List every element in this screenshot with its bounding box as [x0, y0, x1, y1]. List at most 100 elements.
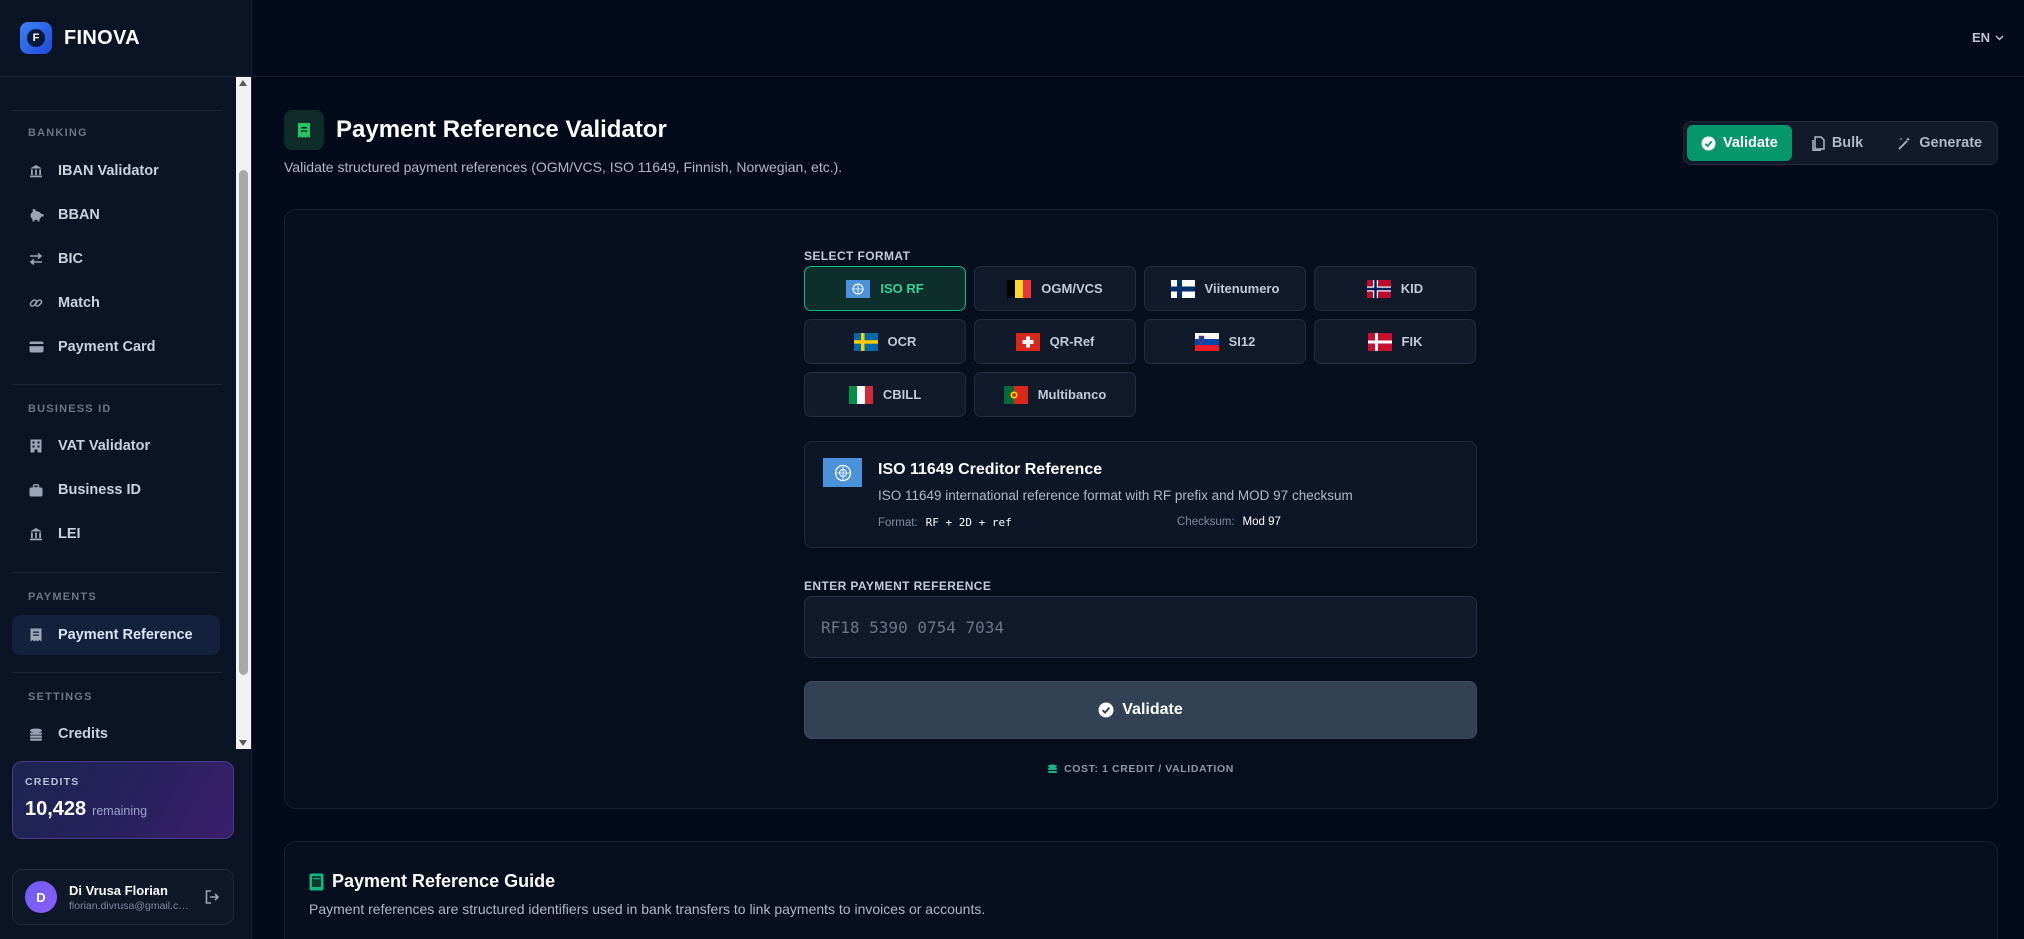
receipt-icon: [28, 627, 44, 643]
format-info-description: ISO 11649 international reference format…: [878, 488, 1353, 503]
validate-button-label: Validate: [1122, 701, 1183, 718]
sidebar-item-label: IBAN Validator: [58, 163, 159, 179]
brand-name: FINOVA: [64, 26, 140, 49]
sidebar-item-label: Payment Card: [58, 339, 156, 355]
link-icon: [28, 295, 44, 311]
topbar: EN: [253, 0, 2024, 77]
format-label: CBILL: [882, 387, 922, 402]
scroll-down-arrow-icon[interactable]: [239, 740, 247, 746]
belgium-flag-icon: [1007, 279, 1032, 298]
format-qr-ref-button[interactable]: QR-Ref: [974, 319, 1136, 364]
format-cbill-button[interactable]: CBILL: [804, 372, 966, 417]
sidebar-item-label: Credits: [58, 726, 108, 742]
check-circle-icon: [1701, 136, 1716, 150]
book-icon: [309, 873, 324, 890]
payment-reference-label: ENTER PAYMENT REFERENCE: [804, 579, 992, 593]
receipt-icon: [284, 110, 324, 150]
sidebar-item-label: Match: [58, 295, 100, 311]
mode-generate-label: Generate: [1919, 135, 1983, 151]
mode-toggle: Validate Bulk Generate: [1683, 121, 1998, 165]
sidebar-item-bban[interactable]: BBAN: [12, 195, 220, 235]
guide-title-text: Payment Reference Guide: [332, 871, 556, 891]
un-flag-icon: [823, 458, 862, 487]
format-ogm-vcs-button[interactable]: OGM/VCS: [974, 266, 1136, 311]
portugal-flag-icon: [1003, 385, 1028, 404]
format-label: OCR: [887, 334, 917, 349]
building-icon: [28, 438, 44, 454]
sidebar-item-bic[interactable]: BIC: [12, 239, 220, 279]
logout-icon[interactable]: [203, 888, 221, 906]
credits-value: 10,428: [25, 798, 87, 820]
sidebar-item-payment-reference[interactable]: Payment Reference: [12, 615, 220, 655]
divider: [12, 110, 222, 111]
bank-icon: [28, 163, 44, 179]
divider: [12, 572, 222, 573]
divider: [12, 384, 222, 385]
divider: [12, 672, 222, 673]
validate-button[interactable]: Validate: [804, 681, 1477, 739]
format-spec-label: Format:: [878, 516, 918, 529]
format-label: FIK: [1401, 334, 1423, 349]
sidebar-item-lei[interactable]: LEI: [12, 514, 220, 554]
nav-section-business-id: BUSINESS ID: [28, 403, 112, 415]
format-kid-button[interactable]: KID: [1314, 266, 1476, 311]
sidebar-item-label: BIC: [58, 251, 83, 267]
sidebar-item-payment-card[interactable]: Payment Card: [12, 327, 220, 367]
sidebar-item-label: LEI: [58, 526, 81, 542]
slovenia-flag-icon: [1194, 332, 1219, 351]
denmark-flag-icon: [1367, 332, 1392, 351]
format-spec-value: RF + 2D + ref: [925, 516, 1012, 529]
sidebar-item-vat-validator[interactable]: VAT Validator: [12, 426, 220, 466]
credits-card[interactable]: CREDITS 10,428 remaining: [12, 761, 234, 839]
sidebar-item-match[interactable]: Match: [12, 283, 220, 323]
sidebar-item-credits[interactable]: Credits: [12, 714, 220, 749]
format-info-title: ISO 11649 Creditor Reference: [878, 461, 1103, 478]
sidebar-nav: BANKING IBAN Validator BBAN BIC Match Pa…: [0, 77, 236, 749]
language-label: EN: [1971, 30, 1990, 45]
format-label: KID: [1400, 281, 1424, 296]
mode-generate-button[interactable]: Generate: [1883, 125, 1996, 161]
guide-text: Payment references are structured identi…: [309, 901, 986, 917]
brand-logo-icon: F: [20, 22, 52, 54]
payment-reference-input[interactable]: [804, 596, 1477, 658]
format-iso-rf-button[interactable]: ISO RF: [804, 266, 966, 311]
coins-icon: [1048, 764, 1058, 773]
sidebar-item-iban-validator[interactable]: IBAN Validator: [12, 151, 220, 191]
format-si12-button[interactable]: SI12: [1144, 319, 1306, 364]
nav-section-settings: SETTINGS: [28, 691, 93, 703]
mode-validate-label: Validate: [1723, 135, 1778, 151]
brand[interactable]: F FINOVA: [20, 20, 140, 56]
format-multibanco-button[interactable]: Multibanco: [974, 372, 1136, 417]
avatar: D: [25, 881, 57, 913]
sidebar-scrollbar[interactable]: [236, 77, 251, 749]
page-title: Payment Reference Validator: [336, 116, 667, 143]
mode-bulk-button[interactable]: Bulk: [1798, 125, 1877, 161]
user-name: Di Vrusa Florian: [69, 882, 168, 898]
scroll-up-arrow-icon[interactable]: [239, 80, 247, 86]
format-ocr-button[interactable]: OCR: [804, 319, 966, 364]
format-viitenumero-button[interactable]: Viitenumero: [1144, 266, 1306, 311]
language-selector[interactable]: EN: [1972, 30, 2004, 45]
sidebar-item-label: BBAN: [58, 207, 100, 223]
sidebar-item-business-id[interactable]: Business ID: [12, 470, 220, 510]
format-label: Multibanco: [1037, 387, 1107, 402]
scrollbar-thumb[interactable]: [239, 170, 248, 675]
format-label: ISO RF: [880, 281, 924, 296]
user-card[interactable]: D Di Vrusa Florian florian.divrusa@gmail…: [12, 869, 234, 925]
mode-validate-button[interactable]: Validate: [1687, 125, 1792, 161]
sweden-flag-icon: [853, 332, 878, 351]
format-label: QR-Ref: [1049, 334, 1095, 349]
nav-section-payments: PAYMENTS: [28, 591, 97, 603]
check-circle-icon: [1098, 702, 1114, 718]
bank-icon: [28, 526, 44, 542]
format-fik-button[interactable]: FIK: [1314, 319, 1476, 364]
checksum-spec: Checksum: Mod 97: [1177, 516, 1281, 528]
nav-section-banking: BANKING: [28, 127, 88, 139]
finland-flag-icon: [1170, 279, 1195, 298]
sidebar-item-label: Payment Reference: [58, 627, 193, 643]
cost-note-text: COST: 1 CREDIT / VALIDATION: [1064, 763, 1234, 775]
sidebar-item-label: VAT Validator: [58, 438, 151, 454]
credits-remaining-label: remaining: [92, 804, 148, 818]
partial-nav-item: [28, 77, 148, 81]
file-stack-icon: [1812, 135, 1825, 151]
